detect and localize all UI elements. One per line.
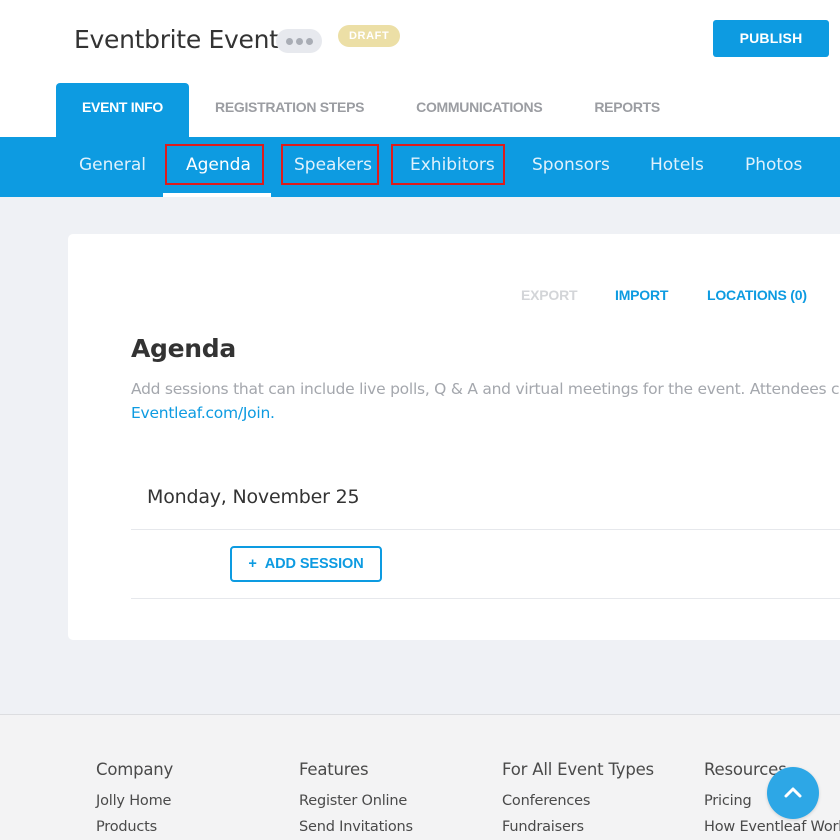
main-tabs: EVENT INFO REGISTRATION STEPS COMMUNICAT… [56, 83, 686, 137]
add-session-label: ADD SESSION [264, 556, 364, 572]
event-header: Eventbrite Event DRAFT PUBLISH EVENT INF… [0, 0, 840, 137]
footer-link[interactable]: Fundraisers [502, 820, 654, 835]
divider [131, 529, 840, 530]
active-tab-indicator [163, 193, 271, 197]
footer-heading: Features [299, 760, 369, 779]
event-title: Eventbrite Event [74, 25, 279, 54]
export-link[interactable]: EXPORT [521, 286, 578, 304]
draft-status-badge: DRAFT [338, 25, 401, 47]
add-session-button[interactable]: + ADD SESSION [230, 546, 382, 582]
footer-column-features: Features Register Online Send Invitation… [299, 760, 413, 835]
footer-link[interactable]: Products [96, 820, 173, 835]
import-link[interactable]: IMPORT [615, 286, 668, 304]
day-heading: Monday, November 25 [147, 486, 360, 508]
agenda-description: Add sessions that can include live polls… [131, 380, 840, 398]
page-title: Agenda [131, 334, 236, 363]
tab-communications[interactable]: COMMUNICATIONS [390, 83, 568, 137]
footer-column-event-types: For All Event Types Conferences Fundrais… [502, 760, 654, 835]
divider [131, 598, 840, 599]
more-options-button[interactable] [276, 29, 322, 53]
footer-link[interactable]: Conferences [502, 794, 654, 809]
chevron-up-icon [784, 787, 802, 798]
footer-link[interactable]: How Eventleaf Work [704, 820, 840, 835]
footer-link[interactable]: Jolly Home [96, 794, 173, 809]
join-link[interactable]: Eventleaf.com/Join. [131, 401, 275, 425]
ellipsis-icon [285, 37, 293, 45]
subnav-agenda[interactable]: Agenda [186, 137, 251, 197]
subnav-hotels[interactable]: Hotels [650, 137, 704, 197]
footer-heading: For All Event Types [502, 760, 654, 779]
plus-icon: + [248, 556, 257, 572]
event-info-subnav: General Agenda Speakers Exhibitors Spons… [0, 137, 840, 197]
subnav-general[interactable]: General [79, 137, 146, 197]
footer-column-company: Company Jolly Home Products [96, 760, 174, 835]
tab-event-info[interactable]: EVENT INFO [56, 83, 190, 137]
tab-reports[interactable]: REPORTS [568, 83, 686, 137]
ellipsis-icon [295, 37, 303, 45]
scroll-to-top-button[interactable] [767, 767, 819, 819]
publish-button[interactable]: PUBLISH [713, 20, 829, 57]
footer-link[interactable]: Send Invitations [299, 820, 413, 835]
subnav-exhibitors[interactable]: Exhibitors [410, 137, 495, 197]
ellipsis-icon [305, 37, 313, 45]
tab-registration-steps[interactable]: REGISTRATION STEPS [189, 83, 390, 137]
subnav-speakers[interactable]: Speakers [294, 137, 372, 197]
subnav-sponsors[interactable]: Sponsors [532, 137, 610, 197]
locations-link[interactable]: LOCATIONS (0) [707, 286, 807, 304]
subnav-photos[interactable]: Photos [745, 137, 802, 197]
footer-link[interactable]: Register Online [299, 794, 413, 809]
footer-heading: Company [96, 760, 174, 779]
